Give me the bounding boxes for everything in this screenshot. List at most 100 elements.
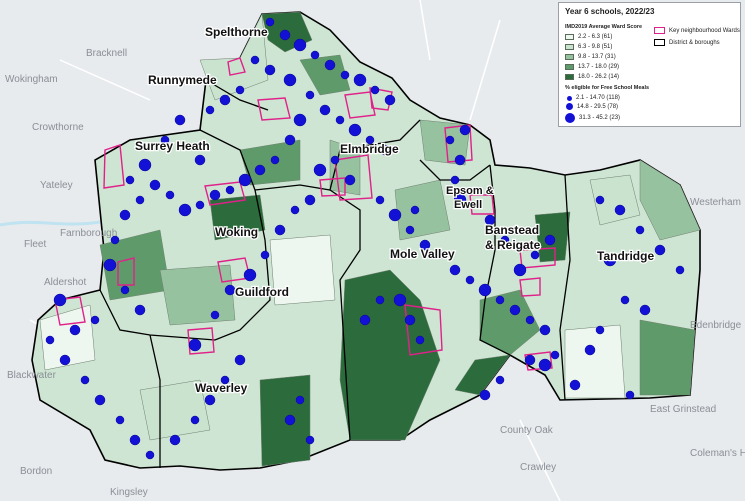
school-dot [530, 250, 540, 260]
ward [639, 319, 696, 396]
imd-swatch [565, 64, 574, 70]
school-dot [569, 379, 581, 391]
fsm-class-label: 2.1 - 14.70 (118) [576, 95, 620, 101]
school-dot [284, 134, 296, 146]
district-swatch [654, 39, 665, 46]
school-dot [238, 173, 252, 187]
school-dot [190, 415, 200, 425]
fsm-class-label: 31.3 - 45.2 (23) [579, 115, 621, 121]
place-label-east-grinstead: East Grinstead [650, 404, 716, 415]
key-ward-swatch [654, 27, 665, 34]
ward [159, 264, 236, 326]
school-dot [134, 304, 146, 316]
school-dot [538, 358, 552, 372]
legend-imd-class: 2.2 - 6.3 (61) [565, 33, 612, 41]
school-dot [284, 414, 296, 426]
school-dot [94, 394, 106, 406]
school-dot [174, 114, 186, 126]
school-dot [479, 389, 491, 401]
imd-class-label: 2.2 - 6.3 (61) [578, 34, 613, 40]
school-dot [204, 394, 216, 406]
school-dot [635, 225, 645, 235]
school-dot [313, 163, 327, 177]
legend-imd-class: 6.3 - 9.8 (51) [565, 43, 612, 51]
school-dot [348, 123, 362, 137]
school-dot [614, 204, 626, 216]
place-label-crowthorne: Crowthorne [32, 122, 84, 133]
school-dot [90, 315, 100, 325]
place-label-coleman-hatch: Coleman's Hatch [690, 448, 745, 459]
school-dot [178, 203, 192, 217]
school-dot [509, 304, 521, 316]
school-dot [370, 85, 380, 95]
imd-swatch [565, 54, 574, 60]
ward [394, 179, 451, 241]
school-dot [219, 94, 231, 106]
school-dot [625, 390, 635, 400]
district-label-tandridge: Tandridge [597, 249, 654, 263]
school-dot [595, 195, 605, 205]
district-label-epsom-ewell-line1: Epsom & [446, 185, 494, 197]
district-label: District & boroughs [669, 39, 720, 46]
place-label-bracknell: Bracknell [86, 48, 127, 59]
school-dot [310, 50, 320, 60]
school-dot [138, 158, 152, 172]
school-dot [135, 195, 145, 205]
fsm-dot-large [565, 113, 575, 123]
school-dot [335, 115, 345, 125]
district-label-elmbridge: Elmbridge [340, 142, 399, 156]
school-dot [264, 64, 276, 76]
legend-fsm-class: 14.8 - 29.5 (78) [565, 103, 618, 110]
place-label-blackwater: Blackwater [7, 370, 57, 381]
school-dot [375, 195, 385, 205]
school-dot [243, 268, 257, 282]
fsm-class-label: 14.8 - 29.5 (78) [577, 103, 619, 110]
school-dot [149, 179, 161, 191]
place-label-crawley: Crawley [520, 462, 556, 473]
school-dot [145, 450, 155, 460]
school-dot [319, 104, 331, 116]
imd-class-label: 9.8 - 13.7 (31) [578, 54, 616, 60]
school-dot [169, 434, 181, 446]
legend-fsm-class: 2.1 - 14.70 (118) [565, 95, 620, 101]
school-dot [415, 335, 425, 345]
school-dot [254, 164, 266, 176]
fsm-dot-medium [566, 103, 573, 110]
place-label-farnborough: Farnborough [60, 228, 117, 239]
school-dot [205, 105, 215, 115]
imd-swatch [565, 34, 574, 40]
place-label-edenbridge: Edenbridge [690, 320, 742, 331]
legend-key-wards: Key neighbourhood Wards [654, 27, 740, 34]
school-dot [224, 284, 236, 296]
school-dot [595, 325, 605, 335]
imd-class-label: 13.7 - 18.0 (29) [578, 64, 620, 70]
school-dot [305, 90, 315, 100]
school-dot [495, 295, 505, 305]
district-label-banstead-line2: & Reigate [485, 238, 541, 252]
school-dot [115, 415, 125, 425]
school-dot [584, 344, 596, 356]
school-dot [405, 225, 415, 235]
district-label-epsom-ewell-line2: Ewell [454, 199, 482, 211]
school-dot [544, 234, 556, 246]
school-dot [209, 189, 221, 201]
school-dot [353, 73, 367, 87]
school-dot [194, 154, 206, 166]
school-dot [550, 350, 560, 360]
school-dot [119, 209, 131, 221]
school-dot [188, 338, 202, 352]
legend-imd-class: 9.8 - 13.7 (31) [565, 53, 616, 61]
district-label-woking: Woking [215, 225, 258, 239]
school-dot [304, 194, 316, 206]
school-dot [260, 250, 270, 260]
legend-fsm-title: % eligible for Free School Meals [565, 85, 650, 91]
school-dot [120, 285, 130, 295]
school-dot [165, 190, 175, 200]
school-dot [459, 124, 471, 136]
place-label-fleet: Fleet [24, 239, 46, 250]
school-dot [283, 73, 297, 87]
school-dot [388, 208, 402, 222]
school-dot [524, 354, 536, 366]
school-dot [45, 335, 55, 345]
school-dot [279, 29, 291, 41]
